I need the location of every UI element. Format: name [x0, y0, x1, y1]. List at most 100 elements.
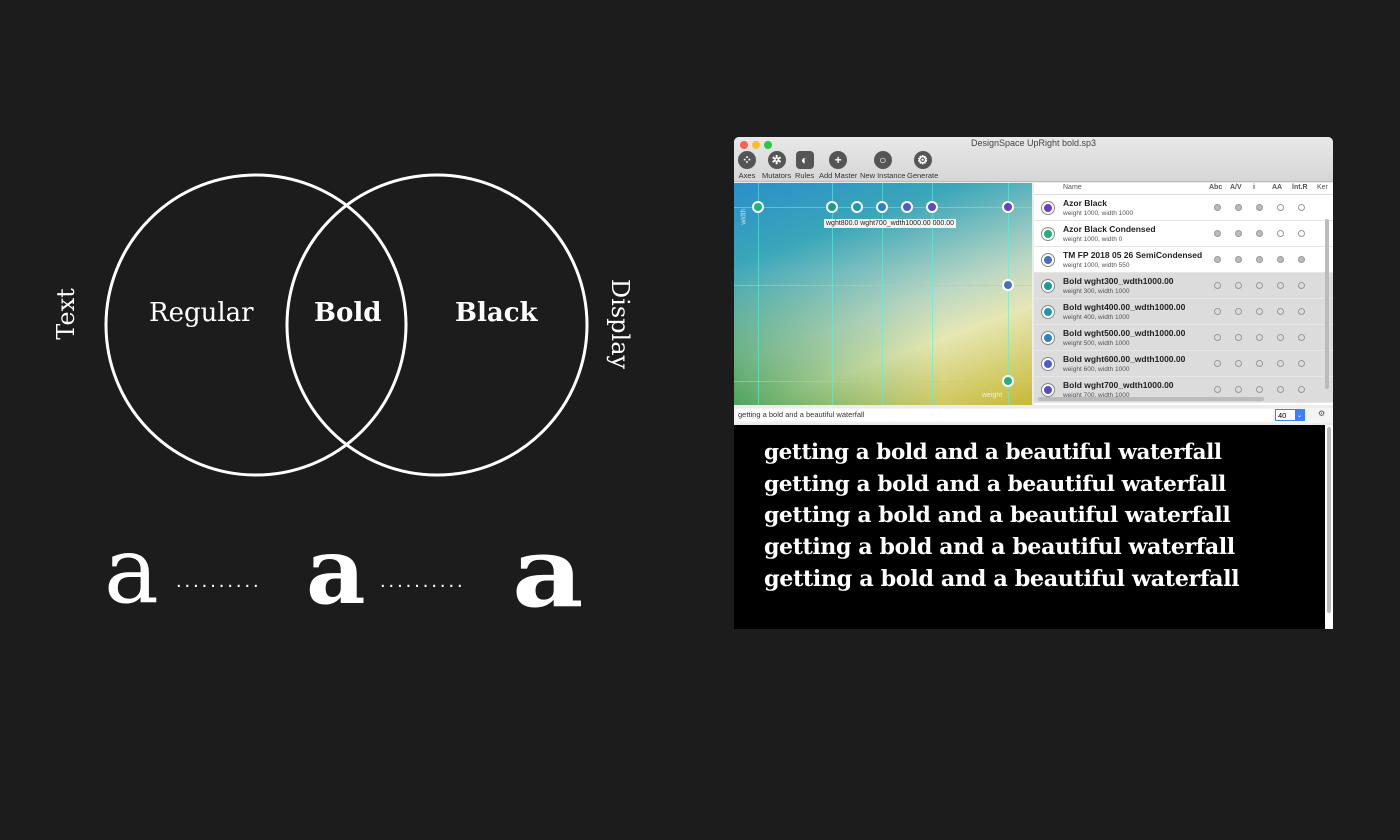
option-radio[interactable]: [1235, 282, 1242, 289]
option-radio[interactable]: [1256, 282, 1263, 289]
option-radio[interactable]: [1298, 230, 1305, 237]
option-radio[interactable]: [1214, 334, 1221, 341]
master-node[interactable]: [752, 201, 764, 213]
preview-bar: getting a bold and a beautiful waterfall…: [734, 408, 1333, 423]
instance-node[interactable]: [926, 201, 938, 213]
option-radio[interactable]: [1235, 256, 1242, 263]
size-combo[interactable]: 40 ⌄: [1275, 409, 1305, 421]
option-radio[interactable]: [1214, 308, 1221, 315]
new-instance-button[interactable]: ○ New Instance: [860, 151, 905, 180]
app-window: DesignSpace UpRight bold.sp3 ⁘ Axes ✲ Muta…: [734, 137, 1333, 629]
list-item[interactable]: Bold wght600.00_wdth1000.00 weight 600, …: [1034, 351, 1333, 377]
option-radio[interactable]: [1277, 230, 1284, 237]
option-radio[interactable]: [1277, 386, 1284, 393]
option-radio[interactable]: [1256, 360, 1263, 367]
option-radio[interactable]: [1277, 204, 1284, 211]
option-radio[interactable]: [1298, 204, 1305, 211]
instance-node[interactable]: [851, 201, 863, 213]
generate-icon: ⚙: [913, 151, 932, 169]
master-node[interactable]: [1002, 279, 1014, 291]
waterfall-line: getting a bold and a beautiful waterfall: [764, 440, 1222, 465]
option-radio[interactable]: [1256, 230, 1263, 237]
display-axis-label: Display: [606, 278, 635, 370]
option-radio[interactable]: [1277, 308, 1284, 315]
waterfall-scrollbar[interactable]: [1327, 427, 1331, 613]
option-radio[interactable]: [1256, 334, 1263, 341]
option-radio[interactable]: [1214, 256, 1221, 263]
option-radio[interactable]: [1214, 282, 1221, 289]
glyph-bold: a: [306, 517, 366, 625]
dotted-connector: ..........: [380, 570, 466, 592]
new-instance-icon: ○: [873, 151, 892, 169]
option-radio[interactable]: [1214, 230, 1221, 237]
option-radio[interactable]: [1298, 308, 1305, 315]
venn-diagram: [104, 173, 589, 477]
instance-node[interactable]: [901, 201, 913, 213]
preview-text-input[interactable]: getting a bold and a beautiful waterfall: [736, 409, 1273, 421]
option-radio[interactable]: [1256, 308, 1263, 315]
list-item[interactable]: Azor Black Condensed weight 1000, width …: [1034, 221, 1333, 247]
option-radio[interactable]: [1214, 360, 1221, 367]
gear-icon: ✲: [767, 151, 786, 169]
option-radio[interactable]: [1235, 230, 1242, 237]
window-title: DesignSpace UpRight bold.sp3: [970, 138, 1097, 148]
bold-label: Bold: [314, 298, 382, 328]
option-radio[interactable]: [1298, 256, 1305, 263]
list-item[interactable]: Bold wght500.00_wdth1000.00 weight 500, …: [1034, 325, 1333, 351]
list-header: Name Abc A/V i AA lnt.R Ker: [1034, 183, 1333, 195]
option-radio[interactable]: [1277, 334, 1284, 341]
option-radio[interactable]: [1277, 282, 1284, 289]
waterfall-scrollbar-track: [1325, 425, 1333, 629]
regular-label: Regular: [149, 298, 254, 328]
width-axis-label: width: [740, 208, 748, 225]
waterfall-line: getting a bold and a beautiful waterfall: [764, 471, 1226, 497]
option-radio[interactable]: [1256, 256, 1263, 263]
axes-button[interactable]: ⁘ Axes: [738, 151, 756, 180]
master-plus-icon: [1042, 202, 1054, 214]
option-radio[interactable]: [1235, 334, 1242, 341]
chevron-down-icon: ⌄: [1295, 410, 1304, 420]
option-radio[interactable]: [1256, 204, 1263, 211]
instance-ring-icon: [1042, 254, 1054, 266]
horizontal-scrollbar[interactable]: [1038, 397, 1264, 401]
option-radio[interactable]: [1214, 386, 1221, 393]
list-item[interactable]: Bold wght300_wdth1000.00 weight 300, wid…: [1034, 273, 1333, 299]
instance-node[interactable]: [876, 201, 888, 213]
option-radio[interactable]: [1235, 308, 1242, 315]
instance-ring-icon: [1042, 306, 1054, 318]
generate-button[interactable]: ⚙ Generate: [907, 151, 938, 180]
waterfall-preview: getting a bold and a beautiful waterfall…: [734, 425, 1325, 629]
weight-axis-label: weight: [982, 392, 1003, 399]
option-radio[interactable]: [1214, 204, 1221, 211]
glyph-black: a: [512, 516, 584, 629]
list-item[interactable]: Bold wght400.00_wdth1000.00 weight 400, …: [1034, 299, 1333, 325]
option-radio[interactable]: [1298, 386, 1305, 393]
option-radio[interactable]: [1298, 282, 1305, 289]
black-label: Black: [455, 298, 538, 328]
axes-icon: ⁘: [738, 151, 756, 169]
master-node[interactable]: [1002, 201, 1014, 213]
mutators-button[interactable]: ✲ Mutators: [762, 151, 791, 180]
rules-button[interactable]: ◐ Rules: [795, 151, 814, 180]
design-space-canvas[interactable]: wght800.0 wght700_wdth1000.00 000.00 wid…: [734, 183, 1032, 405]
option-radio[interactable]: [1235, 386, 1242, 393]
gear-icon[interactable]: ⚙: [1318, 409, 1325, 418]
option-radio[interactable]: [1298, 360, 1305, 367]
option-radio[interactable]: [1235, 204, 1242, 211]
waterfall-line: getting a bold and a beautiful waterfall: [764, 565, 1240, 592]
add-master-icon: +: [829, 151, 848, 169]
option-radio[interactable]: [1277, 360, 1284, 367]
option-radio[interactable]: [1256, 386, 1263, 393]
master-node[interactable]: [1002, 375, 1014, 387]
add-master-button[interactable]: + Add Master: [819, 151, 857, 180]
list-item[interactable]: Azor Black weight 1000, width 1000: [1034, 195, 1333, 221]
option-radio[interactable]: [1235, 360, 1242, 367]
toggle-icon: ◐: [795, 151, 814, 169]
option-radio[interactable]: [1298, 334, 1305, 341]
glyph-regular: a: [104, 517, 159, 624]
instance-node[interactable]: [826, 201, 838, 213]
vertical-scrollbar[interactable]: [1325, 219, 1329, 389]
option-radio[interactable]: [1277, 256, 1284, 263]
text-axis-label: Text: [51, 288, 80, 340]
list-item[interactable]: TM FP 2018 05 26 SemiCondensed weight 10…: [1034, 247, 1333, 273]
